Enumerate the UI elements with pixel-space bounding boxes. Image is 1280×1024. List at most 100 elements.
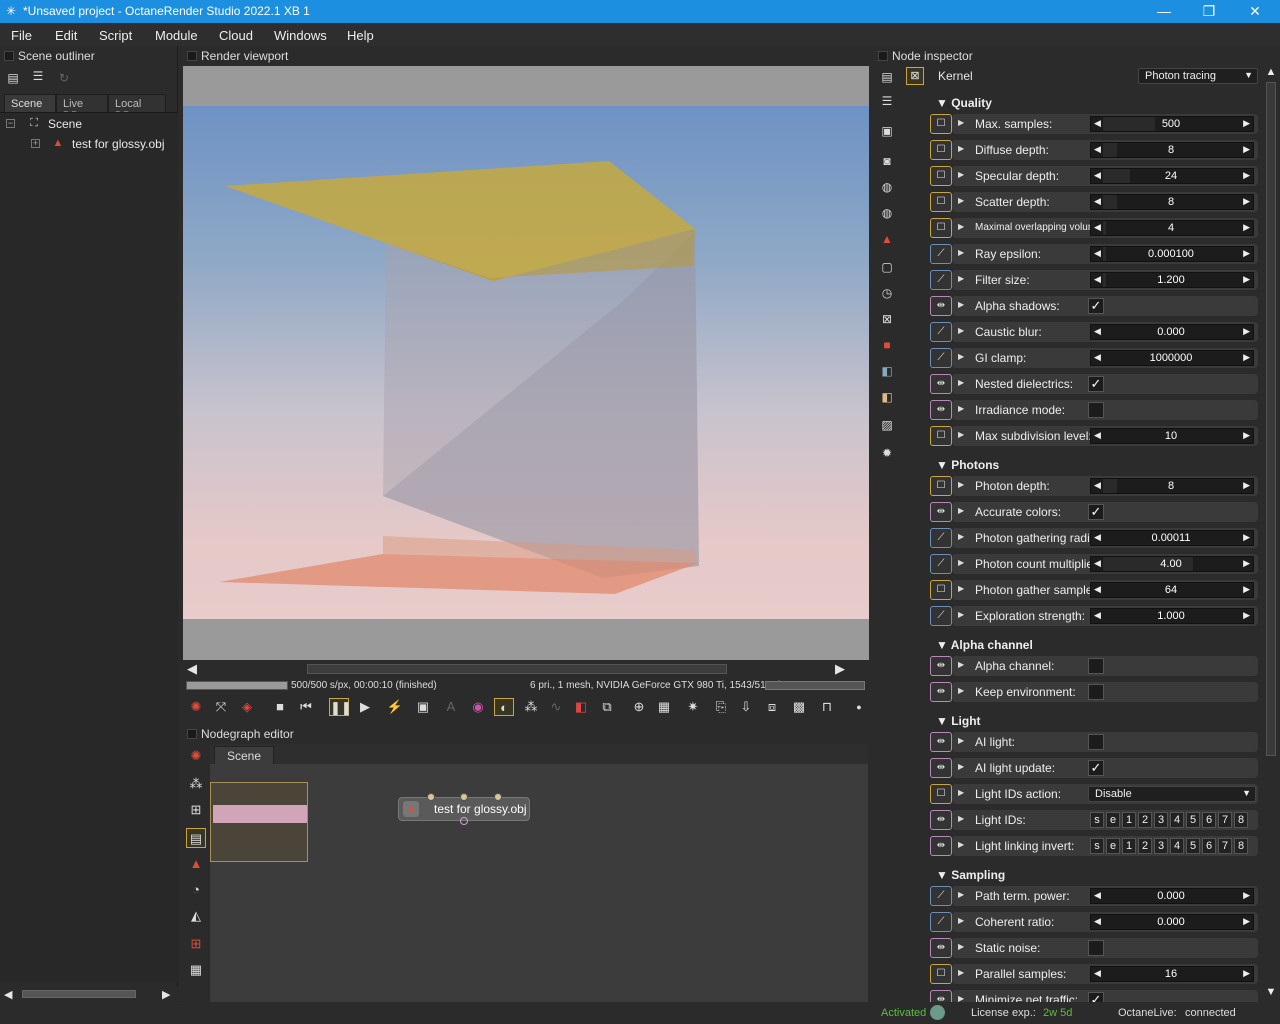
parameter-slider[interactable]: ◀ 24 ▶ (1090, 168, 1254, 184)
slider-value[interactable]: 0.000 (1091, 326, 1251, 338)
node-output-pin[interactable] (460, 817, 468, 825)
parameter-checkbox[interactable] (1088, 734, 1104, 750)
section-collapse-icon[interactable]: ▼ (936, 714, 951, 728)
expand-arrow-icon[interactable]: ▶ (958, 814, 964, 823)
clay-mode-icon[interactable]: ◐ (494, 698, 514, 716)
expand-all-icon[interactable]: ▤ (878, 68, 896, 86)
node-input-pin[interactable] (494, 793, 502, 801)
increment-arrow-icon[interactable]: ▶ (1243, 248, 1250, 259)
menu-module[interactable]: Module (155, 28, 198, 43)
parameter-checkbox[interactable]: ✓ (1088, 298, 1104, 314)
section-collapse-icon[interactable]: ▼ (936, 96, 951, 110)
material-node-icon[interactable]: ◔ (186, 880, 206, 900)
parameter-type-icon[interactable]: ⟋ (930, 886, 952, 906)
increment-arrow-icon[interactable]: ▶ (1243, 916, 1250, 927)
parameter-checkbox[interactable] (1088, 684, 1104, 700)
color-picker-icon[interactable]: ◉ (468, 698, 488, 716)
slider-value[interactable]: 0.000 (1091, 890, 1251, 902)
slider-value[interactable]: 8 (1091, 144, 1251, 156)
slider-value[interactable]: 0.00011 (1091, 532, 1251, 544)
section-title-row[interactable]: ▼ Alpha channel (936, 638, 1033, 652)
scroll-left-icon[interactable]: ◀ (4, 988, 12, 1001)
light-id-toggle[interactable]: 6 (1202, 812, 1216, 828)
parameter-type-icon[interactable]: ⟋ (930, 270, 952, 290)
checker-icon[interactable]: ▩ (789, 698, 809, 716)
menu-file[interactable]: File (11, 28, 32, 43)
expand-arrow-icon[interactable]: ▶ (958, 430, 964, 439)
increment-arrow-icon[interactable]: ▶ (1243, 118, 1250, 129)
expand-arrow-icon[interactable]: ▶ (958, 916, 964, 925)
scroll-left-icon[interactable]: ◀ (187, 661, 197, 677)
parameter-type-icon[interactable]: ⟋ (930, 348, 952, 368)
kernel-icon[interactable]: ⊠ (878, 310, 896, 328)
menu-windows[interactable]: Windows (274, 28, 327, 43)
save-render-icon[interactable]: ⇩ (736, 698, 756, 716)
parameter-checkbox[interactable] (1088, 402, 1104, 418)
copy-render-icon[interactable]: ⎘ (711, 698, 731, 716)
expand-arrow-icon[interactable]: ▶ (958, 118, 964, 127)
zoom-icon[interactable]: ⊕ (629, 698, 649, 716)
render-image[interactable] (183, 66, 869, 660)
parameter-type-icon[interactable]: ☐ (930, 964, 952, 984)
tree-collapse-toggle[interactable]: − (6, 119, 15, 128)
menu-cloud[interactable]: Cloud (219, 28, 253, 43)
expand-arrow-icon[interactable]: ▶ (958, 378, 964, 387)
panel-pin-icon[interactable] (187, 51, 197, 61)
menu-help[interactable]: Help (347, 28, 374, 43)
expand-arrow-icon[interactable]: ▶ (958, 404, 964, 413)
parameter-type-icon[interactable]: ☐ (930, 166, 952, 186)
refresh-icon[interactable]: ↻ (56, 70, 72, 86)
light-id-toggle[interactable]: 5 (1186, 812, 1200, 828)
slider-value[interactable]: 16 (1091, 968, 1251, 980)
lock-viewport-icon[interactable]: ⊓ (817, 698, 837, 716)
parameter-slider[interactable]: ◀ 1000000 ▶ (1090, 350, 1254, 366)
scroll-right-icon[interactable]: ▶ (835, 661, 845, 677)
image-icon[interactable]: ▨ (878, 416, 896, 434)
parameter-type-icon[interactable]: ⇹ (930, 810, 952, 830)
restart-render-icon[interactable]: ⏮ (296, 698, 316, 716)
slider-value[interactable]: 10 (1091, 430, 1251, 442)
slider-value[interactable]: 8 (1091, 480, 1251, 492)
inspector-vscrollbar[interactable]: ▲ ▼ (1264, 66, 1278, 1000)
parameter-type-icon[interactable]: ☐ (930, 580, 952, 600)
light-id-toggle[interactable]: 4 (1170, 812, 1184, 828)
start-render-icon[interactable]: ▶ (355, 698, 375, 716)
parameter-checkbox[interactable] (1088, 940, 1104, 956)
scroll-right-icon[interactable]: ▶ (162, 988, 170, 1001)
tab-local-db[interactable]: Local DB (108, 94, 166, 122)
parameter-type-icon[interactable]: ⟋ (930, 322, 952, 342)
parameter-type-icon[interactable]: ⇹ (930, 732, 952, 752)
expand-arrow-icon[interactable]: ▶ (958, 840, 964, 849)
grid-icon[interactable]: ▦ (186, 960, 206, 980)
viewport-hscrollbar[interactable]: ◀ ▶ (183, 660, 869, 678)
parameter-slider[interactable]: ◀ 1.200 ▶ (1090, 272, 1254, 288)
parameter-slider[interactable]: ◀ 1.000 ▶ (1090, 608, 1254, 624)
parameter-type-icon[interactable]: ☐ (930, 476, 952, 496)
imager-icon[interactable]: ▣ (878, 122, 896, 140)
stop-render-icon[interactable]: ■ (270, 698, 290, 716)
increment-arrow-icon[interactable]: ▶ (1243, 558, 1250, 569)
light-id-toggle[interactable]: 1 (1122, 838, 1136, 854)
collapse-all-icon[interactable]: ☰ (878, 92, 896, 110)
light-id-toggle[interactable]: s (1090, 838, 1104, 854)
export-passes-icon[interactable]: ⧈ (762, 698, 782, 716)
light-ids-action-dropdown[interactable]: Disable ▼ (1088, 786, 1256, 802)
subsample-icon[interactable]: ⁂ (521, 698, 541, 716)
parameter-type-icon[interactable]: ☐ (930, 140, 952, 160)
slider-value[interactable]: 0.000100 (1091, 248, 1251, 260)
increment-arrow-icon[interactable]: ▶ (1243, 610, 1250, 621)
increment-arrow-icon[interactable]: ▶ (1243, 532, 1250, 543)
light-id-toggle[interactable]: 3 (1154, 812, 1168, 828)
light-id-toggle[interactable]: 8 (1234, 812, 1248, 828)
nodegraph-canvas[interactable] (210, 764, 868, 1002)
slider-value[interactable]: 64 (1091, 584, 1251, 596)
expand-arrow-icon[interactable]: ▶ (958, 352, 964, 361)
parameter-type-icon[interactable]: ⟋ (930, 528, 952, 548)
film-settings-icon[interactable]: ▢ (878, 258, 896, 276)
expand-arrow-icon[interactable]: ▶ (958, 584, 964, 593)
menu-script[interactable]: Script (99, 28, 132, 43)
parameter-checkbox[interactable]: ✓ (1088, 504, 1104, 520)
parameter-slider[interactable]: ◀ 8 ▶ (1090, 194, 1254, 210)
render-region-icon[interactable]: ◈ (237, 698, 257, 716)
background-icon[interactable]: ▦ (654, 698, 674, 716)
